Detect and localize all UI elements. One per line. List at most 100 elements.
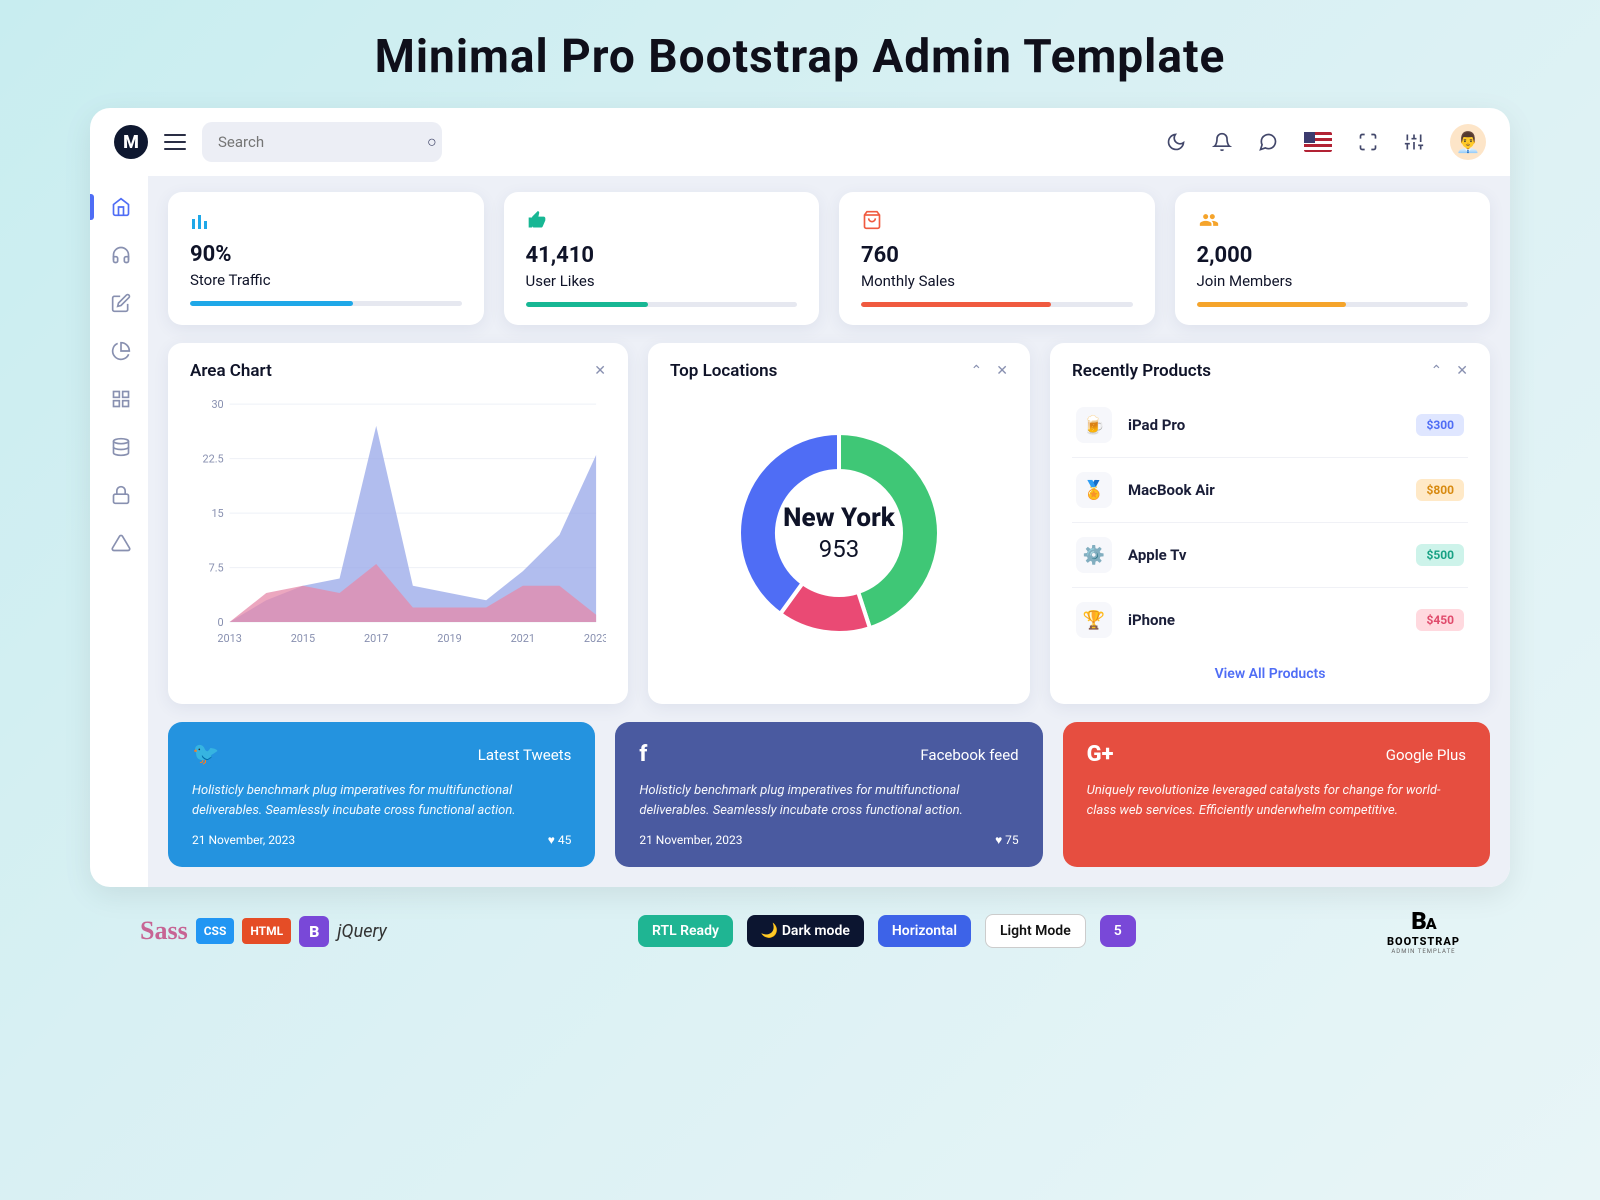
svg-text:7.5: 7.5 (209, 562, 224, 575)
social-title: Facebook feed (920, 746, 1018, 764)
logo[interactable]: M (114, 125, 148, 159)
stat-icon (526, 210, 798, 235)
svg-text:15: 15 (211, 507, 223, 520)
stat-label: Join Members (1197, 272, 1469, 290)
tech-logos: Sass CSS HTML B jQuery (140, 916, 387, 947)
collapse-icon[interactable]: ⌃ (1431, 363, 1443, 379)
price-badge: $500 (1416, 544, 1464, 566)
sidebar-piechart-icon[interactable] (110, 340, 132, 362)
stat-value: 760 (861, 243, 1133, 268)
social-likes: ♥ 45 (548, 833, 572, 847)
moon-icon[interactable] (1166, 132, 1186, 152)
close-icon[interactable]: ✕ (594, 363, 606, 379)
stat-icon (861, 210, 1133, 235)
product-icon: ⚙️ (1076, 537, 1112, 573)
svg-text:0: 0 (218, 616, 224, 629)
social-icon: f (639, 742, 647, 767)
bell-icon[interactable] (1212, 132, 1232, 152)
search-box[interactable]: ○ (202, 122, 442, 162)
stat-card-0: 90% Store Traffic (168, 192, 484, 325)
stat-card-3: 2,000 Join Members (1175, 192, 1491, 325)
area-chart-title: Area Chart (190, 361, 272, 381)
sidebar-headphones-icon[interactable] (110, 244, 132, 266)
social-icon: G+ (1087, 742, 1114, 767)
app-window: M ○ 👨‍💼 (90, 108, 1510, 887)
close-icon[interactable]: ✕ (1456, 363, 1468, 379)
product-row[interactable]: 🍺 iPad Pro $300 (1072, 393, 1468, 458)
social-card-0: 🐦 Latest Tweets Holisticly benchmark plug… (168, 722, 595, 867)
stat-label: Monthly Sales (861, 272, 1133, 290)
product-row[interactable]: 🏅 MacBook Air $800 (1072, 458, 1468, 523)
view-all-link[interactable]: View All Products (1072, 652, 1468, 686)
bootstrap-brand: BA BOOTSTRAP ADMIN TEMPLATE (1387, 907, 1460, 955)
sidebar-home-icon[interactable] (110, 196, 132, 218)
search-icon[interactable]: ○ (427, 132, 437, 152)
footer-badge[interactable]: Horizontal (878, 915, 971, 947)
product-name: iPhone (1128, 611, 1400, 629)
social-text: Holisticly benchmark plug imperatives fo… (639, 781, 1018, 821)
product-icon: 🏆 (1076, 602, 1112, 638)
donut-center-label: New York (783, 503, 895, 533)
social-title: Google Plus (1386, 746, 1466, 764)
products-card: Recently Products ⌃ ✕ 🍺 iPad Pro $300 🏅 M… (1050, 343, 1490, 704)
product-name: iPad Pro (1128, 416, 1400, 434)
social-title: Latest Tweets (478, 746, 572, 764)
fullscreen-icon[interactable] (1358, 132, 1378, 152)
sliders-icon[interactable] (1404, 132, 1424, 152)
svg-text:2013: 2013 (217, 632, 241, 645)
sidebar-lock-icon[interactable] (110, 484, 132, 506)
content: 90% Store Traffic 41,410 User Likes 760 … (148, 176, 1510, 887)
donut-center-value: 953 (783, 535, 895, 563)
social-text: Holisticly benchmark plug imperatives fo… (192, 781, 571, 821)
sidebar-alert-icon[interactable] (110, 532, 132, 554)
chat-icon[interactable] (1258, 132, 1278, 152)
svg-text:2023: 2023 (584, 632, 606, 645)
product-name: Apple Tv (1128, 546, 1400, 564)
social-text: Uniquely revolutionize leveraged catalys… (1087, 781, 1466, 821)
social-card-1: f Facebook feed Holisticly benchmark plug… (615, 722, 1042, 867)
sidebar-grid-icon[interactable] (110, 388, 132, 410)
stat-card-2: 760 Monthly Sales (839, 192, 1155, 325)
sidebar (90, 176, 148, 574)
svg-text:2017: 2017 (364, 632, 388, 645)
avatar[interactable]: 👨‍💼 (1450, 124, 1486, 160)
hamburger-icon[interactable] (164, 134, 186, 150)
svg-text:2021: 2021 (511, 632, 535, 645)
search-input[interactable] (218, 133, 417, 151)
footer-badge[interactable]: 5 (1100, 915, 1136, 947)
social-likes: ♥ 75 (995, 833, 1019, 847)
product-icon: 🍺 (1076, 407, 1112, 443)
sidebar-edit-icon[interactable] (110, 292, 132, 314)
social-date: 21 November, 2023 (192, 833, 295, 847)
stat-value: 2,000 (1197, 243, 1469, 268)
social-icon: 🐦 (192, 742, 219, 767)
stat-label: Store Traffic (190, 271, 462, 289)
products-title: Recently Products (1072, 361, 1211, 381)
stat-value: 90% (190, 242, 462, 267)
svg-text:22.5: 22.5 (202, 453, 223, 466)
page-title: Minimal Pro Bootstrap Admin Template (0, 0, 1600, 108)
close-icon[interactable]: ✕ (996, 363, 1008, 379)
svg-text:2019: 2019 (437, 632, 461, 645)
social-card-2: G+ Google Plus Uniquely revolutionize lev… (1063, 722, 1490, 867)
footer-badge[interactable]: 🌙 Dark mode (747, 915, 864, 947)
stat-card-1: 41,410 User Likes (504, 192, 820, 325)
svg-text:2015: 2015 (291, 632, 315, 645)
flag-icon[interactable] (1304, 132, 1332, 152)
locations-card: Top Locations ⌃ ✕ New York 953 (648, 343, 1030, 704)
stat-icon (190, 210, 462, 234)
collapse-icon[interactable]: ⌃ (971, 363, 983, 379)
social-date: 21 November, 2023 (639, 833, 742, 847)
product-icon: 🏅 (1076, 472, 1112, 508)
footer-badge[interactable]: RTL Ready (638, 915, 733, 947)
stat-label: User Likes (526, 272, 798, 290)
area-chart-card: Area Chart ✕ 07.51522.530201320152017201… (168, 343, 628, 704)
footer-badge[interactable]: Light Mode (985, 914, 1086, 948)
footer: Sass CSS HTML B jQuery RTL Ready 🌙 Dark m… (0, 887, 1600, 955)
product-row[interactable]: 🏆 iPhone $450 (1072, 588, 1468, 652)
topbar: M ○ 👨‍💼 (90, 108, 1510, 176)
locations-title: Top Locations (670, 361, 777, 381)
price-badge: $800 (1416, 479, 1464, 501)
product-row[interactable]: ⚙️ Apple Tv $500 (1072, 523, 1468, 588)
sidebar-database-icon[interactable] (110, 436, 132, 458)
